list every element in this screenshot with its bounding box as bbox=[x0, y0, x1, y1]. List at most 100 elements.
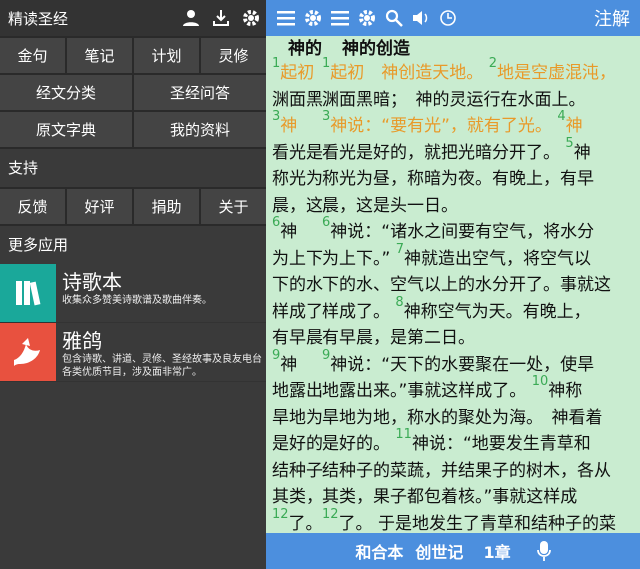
verse-text: 旱地为地，称水的聚处为海。 神看着 bbox=[322, 407, 603, 428]
clock-icon[interactable] bbox=[434, 0, 461, 36]
feature-grid-row2: 经文分类 圣经问答 bbox=[0, 73, 266, 110]
verse-text: 其类，果子都包着核。”事就这样成 bbox=[322, 487, 578, 507]
verse-text: 地是空虚混沌， bbox=[496, 63, 616, 83]
scripture-pane-main: 神的创造 1起初 神创造天地。 2地是空虚混沌， 渊面黑暗； 神的灵运行在水面上。… bbox=[266, 36, 640, 533]
settings-gear-icon[interactable] bbox=[236, 0, 266, 36]
verse-line[interactable]: 是好的。 11神说：“地要发生青草和 bbox=[322, 428, 591, 457]
rate-button[interactable]: 好评 bbox=[67, 189, 132, 224]
verse-line[interactable]: 3神说：“要有光”，就有了光。 4神 bbox=[322, 110, 583, 139]
verse-line[interactable]: 称光为昼，称暗为夜。有晚上，有早 bbox=[322, 166, 594, 192]
version-selector[interactable]: 和合本 bbox=[355, 539, 403, 563]
verse-text: 结种子的菜蔬，并结果子的树木，各从 bbox=[322, 460, 611, 481]
verse-line[interactable]: 晨，这是头一日。 bbox=[322, 193, 458, 219]
verse-text: 神称空气为天。有晚上， bbox=[403, 301, 591, 322]
reader-bottom-bar: 和合本 创世记 1章 bbox=[266, 533, 640, 569]
verse-number: 2 bbox=[488, 56, 497, 71]
verse-line[interactable]: 结种子的菜蔬，并结果子的树木，各从 bbox=[322, 458, 611, 484]
my-profile-button[interactable]: 我的资料 bbox=[134, 112, 266, 147]
plan-button[interactable]: 计划 bbox=[134, 38, 199, 73]
verse-line[interactable]: 其类，果子都包着核。”事就这样成 bbox=[322, 484, 577, 510]
microphone-icon[interactable] bbox=[536, 540, 551, 562]
feature-grid-row1: 金句 笔记 计划 灵修 bbox=[0, 36, 266, 73]
app-item-hymnal[interactable]: 诗歌本 收集众多赞美诗歌谱及歌曲伴奏。 bbox=[0, 264, 266, 323]
books-icon bbox=[0, 264, 56, 322]
notes-button[interactable]: 笔记 bbox=[67, 38, 132, 73]
verse-line[interactable]: 下的水、空气以上的水分开了。事就这 bbox=[322, 272, 611, 298]
verse-number: 9 bbox=[322, 347, 331, 363]
verse-line[interactable]: 为上下。” 7神就造出空气，将空气以 bbox=[322, 243, 591, 272]
verse-text: 称光为昼，称暗为夜。有晚上，有早 bbox=[322, 169, 594, 189]
verse-line[interactable]: 1起初 神创造天地。 2地是空虚混沌， bbox=[322, 57, 616, 86]
support-grid: 反馈 好评 捐助 关于 bbox=[0, 187, 266, 226]
bible-qa-button[interactable]: 圣经问答 bbox=[134, 75, 266, 110]
app-item-yage[interactable]: 雅鸽 包含诗歌、讲道、灵修、圣经故事及良友电台各类优质节目，涉及面非常广。 bbox=[0, 323, 266, 382]
golden-verse-button[interactable]: 金句 bbox=[0, 38, 65, 73]
verse-number: 8 bbox=[395, 294, 404, 310]
verse-line[interactable]: 地露出来。”事就这样成了。 10神称 bbox=[322, 375, 583, 404]
verse-number: 12 bbox=[322, 506, 339, 522]
app-description: 包含诗歌、讲道、灵修、圣经故事及良友电台各类优质节目，涉及面非常广。 bbox=[62, 354, 262, 378]
verse-number: 1 bbox=[322, 56, 331, 71]
more-apps-section-title: 更多应用 bbox=[0, 226, 266, 264]
annotation-button[interactable]: 注解 bbox=[594, 5, 630, 31]
verse-number: 11 bbox=[395, 427, 412, 442]
section-heading: 神的创造 bbox=[342, 39, 410, 59]
verse-text: 起初 神创造天地。 bbox=[330, 63, 484, 83]
verse-number: 4 bbox=[557, 109, 566, 124]
verse-text: 渊面黑暗； 神的灵运行在水面上。 bbox=[322, 89, 586, 110]
verse-text: 神说：“诸水之间要有空气，将水分 bbox=[330, 222, 595, 242]
verse-line[interactable]: 渊面黑暗； 神的灵运行在水面上。 bbox=[322, 87, 586, 113]
verse-text: 看光是好的，就把光暗分开了。 bbox=[322, 142, 560, 163]
menu-icon[interactable] bbox=[272, 0, 299, 36]
app-title: 精读圣经 bbox=[8, 9, 69, 28]
verse-text: 地露出来。”事就这样成了。 bbox=[322, 381, 527, 401]
dove-icon bbox=[0, 323, 56, 381]
app-name: 雅鸽 bbox=[62, 329, 102, 353]
drawer-header: 精读圣经 bbox=[0, 0, 266, 36]
support-section-title: 支持 bbox=[0, 149, 266, 187]
verse-line[interactable]: 12了。 于是地发生了青草和结种子的菜 bbox=[322, 508, 616, 534]
verse-text: 于是地发生了青草和结种子的菜 bbox=[377, 513, 616, 534]
verse-text: 下的水、空气以上的水分开了。事就这 bbox=[322, 275, 611, 295]
verse-line[interactable]: 旱地为地，称水的聚处为海。 神看着 bbox=[322, 405, 603, 431]
chapter-selector[interactable]: 1章 bbox=[483, 539, 510, 563]
navigation-drawer: 精读圣经 金句 笔记 计划 灵修 经文分类 圣经问答 原文字典 我的资料 支持 … bbox=[0, 0, 266, 569]
verse-line[interactable]: 6神说：“诸水之间要有空气，将水分 bbox=[322, 216, 595, 245]
verse-number: 3 bbox=[322, 109, 331, 124]
verse-text: 有早晨，是第二日。 bbox=[322, 328, 475, 348]
verse-text: 神说：“要有光”，就有了光。 bbox=[330, 116, 552, 136]
verse-line[interactable]: 样成了。 8神称空气为天。有晚上， bbox=[322, 296, 591, 325]
verse-text: 神 bbox=[573, 142, 591, 163]
book-selector[interactable]: 创世记 bbox=[415, 539, 463, 563]
download-icon[interactable] bbox=[206, 0, 236, 36]
app-name: 诗歌本 bbox=[62, 270, 122, 294]
feedback-button[interactable]: 反馈 bbox=[0, 189, 65, 224]
verse-line[interactable]: 9神说：“天下的水要聚在一处，使旱 bbox=[322, 349, 595, 378]
devotion-button[interactable]: 灵修 bbox=[201, 38, 266, 73]
verse-text: 神说：“地要发生青草和 bbox=[411, 434, 591, 454]
user-icon[interactable] bbox=[176, 0, 206, 36]
verse-text: 神说：“天下的水要聚在一处，使旱 bbox=[330, 354, 595, 375]
donate-button[interactable]: 捐助 bbox=[134, 189, 199, 224]
verse-number: 7 bbox=[395, 241, 404, 257]
verse-text: 样成了。 bbox=[322, 301, 390, 322]
about-button[interactable]: 关于 bbox=[201, 189, 266, 224]
list-icon[interactable] bbox=[326, 0, 353, 36]
verse-line[interactable]: 看光是好的，就把光暗分开了。 5神 bbox=[322, 137, 591, 166]
verse-text: 神就造出空气，将空气以 bbox=[404, 248, 591, 269]
verse-text: 晨，这是头一日。 bbox=[322, 195, 458, 216]
feature-grid-row3: 原文字典 我的资料 bbox=[0, 110, 266, 149]
scripture-category-button[interactable]: 经文分类 bbox=[0, 75, 132, 110]
bible-reader: 注解 神的 1起初 渊面黑 3神 看光是 称光为 晨，这 6神 为上下 下的水 样成了 有早晨 9神地… bbox=[266, 0, 640, 569]
verse-line[interactable]: 有早晨，是第二日。 bbox=[322, 325, 475, 351]
verse-text: 是好的。 bbox=[322, 434, 390, 454]
verse-text: 神称 bbox=[548, 381, 583, 401]
speaker-icon[interactable] bbox=[407, 0, 434, 36]
original-dictionary-button[interactable]: 原文字典 bbox=[0, 112, 132, 147]
search-icon[interactable] bbox=[380, 0, 407, 36]
settings-gear-icon[interactable] bbox=[353, 0, 380, 36]
verse-text: 为上下。” bbox=[322, 248, 391, 269]
settings-gear-icon[interactable] bbox=[299, 0, 326, 36]
